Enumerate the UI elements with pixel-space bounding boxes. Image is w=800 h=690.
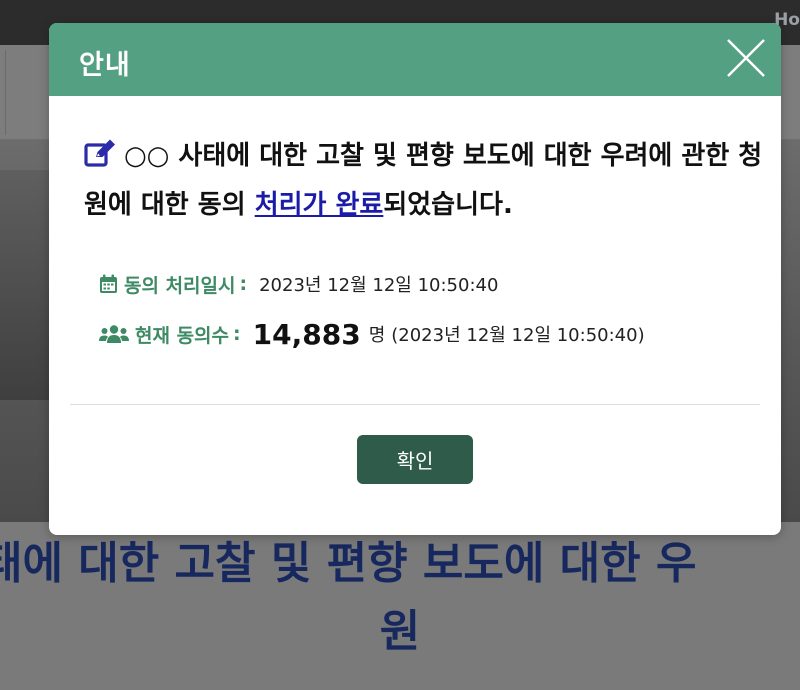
notice-dialog: 안내 ○○ 사태에 대한 고찰 및 편향 보도에 대한 우려에 관한 청원에 대…: [49, 23, 781, 535]
petition-title-line2: 원: [379, 606, 421, 657]
processed-datetime-label: 동의 처리일시: [99, 271, 236, 298]
petition-title-line1: 태에 대한 고찰 및 편향 보도에 대한 우: [0, 538, 697, 589]
current-count-value: 14,883: [252, 317, 361, 351]
current-count-unit: 명: [368, 325, 386, 346]
completion-message: ○○ 사태에 대한 고찰 및 편향 보도에 대한 우려에 관한 청원에 대한 동…: [84, 133, 764, 228]
processed-datetime-label-text: 동의 처리일시: [124, 274, 236, 297]
processed-datetime-value: 2023년 12월 12일 10:50:40: [259, 275, 499, 296]
confirm-button[interactable]: 확인: [357, 435, 473, 484]
edit-icon: [84, 136, 116, 182]
current-count-timestamp: (2023년 12월 12일 10:50:40): [391, 325, 645, 346]
close-button[interactable]: [725, 37, 767, 79]
calendar-icon: [100, 274, 117, 293]
message-text-end: 되었습니다.: [383, 190, 513, 220]
dialog-divider: [70, 404, 760, 405]
petition-title: 태에 대한 고찰 및 편향 보도에 대한 우 원: [0, 530, 800, 666]
completion-link[interactable]: 처리가 완료: [255, 190, 384, 220]
current-count-label: 현재 동의수: [99, 321, 229, 348]
nav-divider: [5, 50, 6, 135]
dialog-header: 안내: [49, 23, 781, 96]
label-colon: :: [233, 323, 241, 345]
processed-datetime-row: 동의 처리일시 : 2023년 12월 12일 10:50:40: [99, 269, 498, 299]
close-icon: [727, 39, 765, 77]
label-colon: :: [239, 273, 248, 295]
dialog-title: 안내: [79, 50, 131, 81]
current-count-label-text: 현재 동의수: [135, 324, 230, 347]
current-count-row: 현재 동의수 : 14,883 명 (2023년 12월 12일 10:50:4…: [99, 317, 645, 351]
users-icon: [99, 325, 129, 343]
